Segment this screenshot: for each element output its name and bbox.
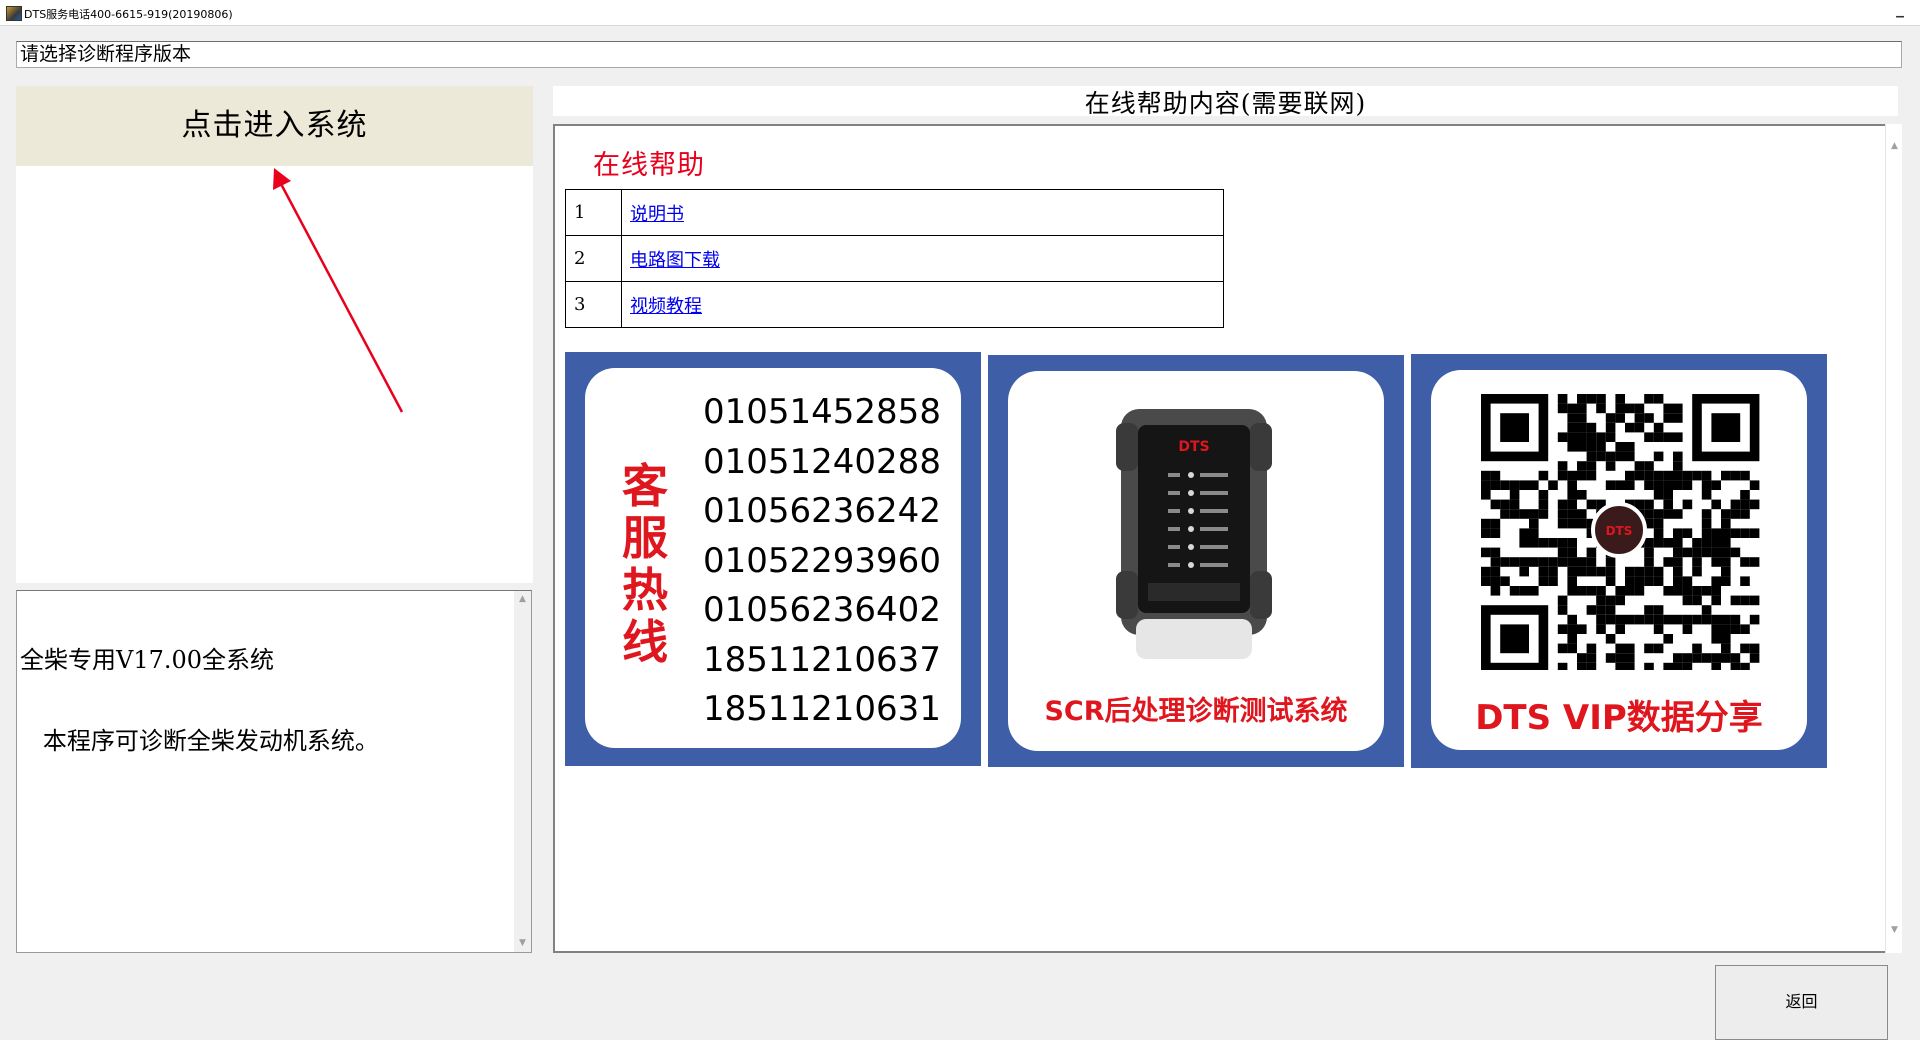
phone-number: 18511210631	[703, 689, 941, 729]
left-panel: 点击进入系统	[16, 86, 533, 583]
device-card: DTS SCR后处理诊断测试系统	[1008, 371, 1384, 751]
description-scrollbar[interactable]: ▲ ▼	[514, 591, 531, 952]
row-number: 1	[565, 189, 622, 236]
help-title: 在线帮助	[593, 150, 705, 181]
scroll-up-icon[interactable]: ▲	[514, 591, 531, 608]
phone-number: 01051240288	[703, 441, 941, 482]
hotline-numbers: 01051452858 01051240288 01056236242 0105…	[703, 388, 943, 735]
row-number: 2	[565, 235, 622, 282]
help-header: 在线帮助内容(需要联网)	[553, 86, 1898, 118]
help-links-table: 1 说明书 2 电路图下载 3 视频教程	[565, 189, 1224, 328]
hotline-title-char: 热	[622, 563, 668, 617]
table-row: 1 说明书	[565, 189, 1224, 236]
phone-number: 18511210637	[703, 639, 941, 680]
hotline-banner: 客 服 热 线 01051452858 01051240288 01056236…	[565, 352, 981, 766]
description-line: 全柴专用V17.00全系统	[20, 646, 275, 674]
back-button[interactable]: 返回	[1715, 965, 1888, 1040]
row-number: 3	[565, 281, 622, 328]
hotline-title: 客 服 热 线	[615, 460, 675, 668]
help-content-area: 在线帮助 1 说明书 2 电路图下载 3 视频教程 客 服 热 线 010514…	[553, 124, 1887, 953]
window-title: DTS服务电话400-6615-919(20190806)	[24, 8, 233, 21]
scroll-up-icon[interactable]: ▲	[1886, 138, 1903, 155]
manual-link[interactable]: 说明书	[630, 204, 684, 225]
phone-number: 01056236242	[703, 491, 941, 531]
device-caption: SCR后处理诊断测试系统	[1044, 696, 1348, 727]
description-line: 本程序可诊断全柴发动机系统。	[20, 727, 379, 755]
scroll-down-icon[interactable]: ▼	[514, 935, 531, 952]
hotline-title-char: 服	[622, 511, 668, 565]
phone-number: 01056236402	[703, 590, 941, 630]
vip-card: DTS DTS VIP数据分享	[1431, 370, 1807, 750]
phone-number: 01051452858	[703, 392, 941, 432]
version-select-field[interactable]: 请选择诊断程序版本	[16, 41, 1902, 68]
table-row: 3 视频教程	[565, 281, 1224, 328]
app-icon	[6, 6, 22, 21]
phone-number: 01052293960	[703, 540, 941, 581]
qr-code-image: DTS	[1477, 390, 1763, 670]
program-description: 全柴专用V17.00全系统 本程序可诊断全柴发动机系统。	[20, 593, 510, 809]
title-bar: DTS服务电话400-6615-919(20190806) ▁	[0, 0, 1920, 26]
vip-caption: DTS VIP数据分享	[1475, 698, 1763, 738]
hotline-title-char: 线	[622, 615, 668, 669]
hotline-card: 客 服 热 线 01051452858 01051240288 01056236…	[585, 368, 961, 748]
video-tutorial-link[interactable]: 视频教程	[630, 296, 702, 317]
minimize-button[interactable]: ▁	[1892, 6, 1908, 20]
diagnostic-device-image: DTS	[1116, 409, 1272, 659]
table-row: 2 电路图下载	[565, 235, 1224, 282]
hotline-title-char: 客	[622, 459, 668, 513]
program-description-box[interactable]: 全柴专用V17.00全系统 本程序可诊断全柴发动机系统。 ▲ ▼	[16, 590, 532, 953]
scroll-down-icon[interactable]: ▼	[1886, 922, 1903, 939]
qr-logo-brand: DTS	[1606, 524, 1633, 538]
device-brand: DTS	[1178, 439, 1209, 455]
wiring-diagram-download-link[interactable]: 电路图下载	[630, 250, 720, 271]
vip-data-banner: DTS DTS VIP数据分享	[1411, 354, 1827, 768]
scr-device-banner: DTS SCR后处理诊断测试系统	[988, 355, 1404, 767]
help-scrollbar[interactable]: ▲ ▼	[1885, 124, 1902, 953]
pointer-arrow-icon	[273, 168, 404, 413]
